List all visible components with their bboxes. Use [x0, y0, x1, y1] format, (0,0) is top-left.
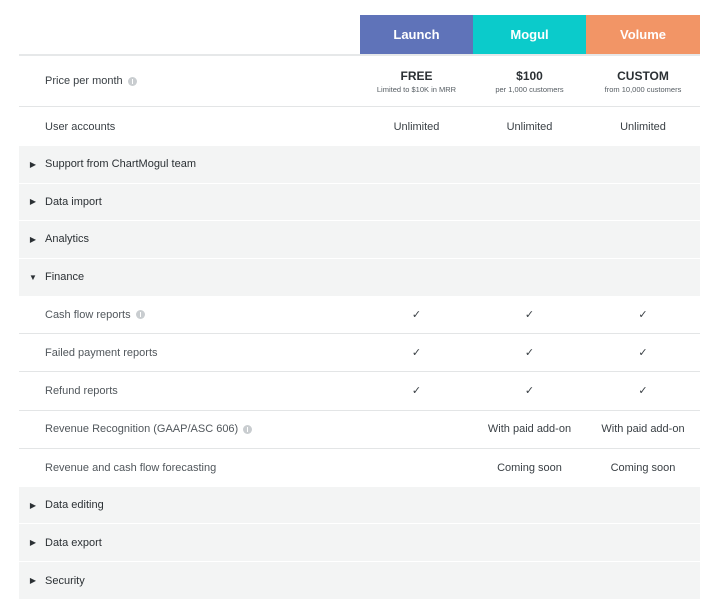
feature-value-volume: With paid add-on	[601, 423, 685, 436]
section-title: Analytics	[45, 233, 90, 246]
user-accounts-mogul: Unlimited	[506, 120, 553, 133]
feature-label-text: Cash flow reports	[45, 308, 131, 321]
section-data-import[interactable]: ▶ Data import	[19, 183, 700, 221]
section-title: Support from ChartMogul team	[45, 158, 197, 171]
section-data-export[interactable]: ▶ Data export	[19, 524, 700, 562]
pricing-comparison-table: Launch Mogul Volume Price per month FREE…	[19, 15, 700, 600]
info-icon[interactable]	[243, 424, 253, 434]
collapse-arrow-icon: ▼	[29, 272, 37, 282]
feature-label: Revenue Recognition (GAAP/ASC 606)	[19, 423, 360, 435]
price-label-text: Price per month	[45, 75, 123, 87]
section-finance[interactable]: ▼ Finance	[19, 258, 700, 296]
section-analytics[interactable]: ▶ Analytics	[19, 221, 700, 259]
section-title: Data import	[45, 195, 102, 208]
check-icon: ✓	[411, 385, 422, 398]
feature-value-mogul: Coming soon	[497, 461, 562, 474]
price-value: $100	[516, 68, 543, 83]
price-row: Price per month FREE Limited to $10K in …	[19, 56, 700, 107]
check-icon: ✓	[524, 385, 535, 398]
section-security[interactable]: ▶ Security	[19, 561, 700, 600]
header-spacer	[19, 15, 360, 54]
feature-row-forecasting: Revenue and cash flow forecasting Coming…	[19, 449, 700, 487]
expand-arrow-icon: ▶	[29, 234, 37, 244]
expand-arrow-icon: ▶	[29, 500, 37, 510]
feature-value-volume: Coming soon	[610, 461, 676, 474]
expand-arrow-icon: ▶	[29, 159, 37, 169]
section-title: Data export	[45, 536, 102, 549]
feature-row-cash-flow: Cash flow reports ✓ ✓ ✓	[19, 296, 700, 335]
check-icon: ✓	[638, 347, 648, 360]
plan-header-mogul[interactable]: Mogul	[473, 15, 586, 54]
price-note: Limited to $10K in MRR	[376, 84, 457, 94]
info-icon[interactable]	[135, 310, 145, 320]
user-accounts-volume: Unlimited	[620, 120, 666, 133]
price-cell-mogul: $100 per 1,000 customers	[473, 69, 586, 94]
check-icon: ✓	[411, 347, 422, 360]
section-data-editing[interactable]: ▶ Data editing	[19, 486, 700, 525]
price-value: CUSTOM	[617, 68, 669, 83]
feature-row-revenue-recognition: Revenue Recognition (GAAP/ASC 606) With …	[19, 411, 700, 449]
info-icon[interactable]	[127, 76, 137, 86]
check-icon: ✓	[638, 385, 648, 398]
feature-label: Revenue and cash flow forecasting	[45, 461, 217, 474]
check-icon: ✓	[524, 347, 535, 360]
check-icon: ✓	[411, 309, 422, 322]
section-title: Data editing	[45, 499, 104, 512]
feature-row-refund: Refund reports ✓ ✓ ✓	[19, 372, 700, 411]
feature-label: Cash flow reports	[19, 309, 360, 321]
user-accounts-label: User accounts	[45, 120, 116, 133]
plan-header-volume[interactable]: Volume	[586, 15, 700, 54]
feature-label: Failed payment reports	[45, 346, 158, 359]
feature-row-failed-payment: Failed payment reports ✓ ✓ ✓	[19, 334, 700, 373]
section-title: Security	[45, 574, 85, 587]
price-note: from 10,000 customers	[604, 84, 682, 94]
price-cell-launch: FREE Limited to $10K in MRR	[360, 69, 473, 94]
check-icon: ✓	[524, 309, 535, 322]
price-cell-volume: CUSTOM from 10,000 customers	[586, 69, 700, 94]
feature-value-mogul: With paid add-on	[487, 423, 572, 436]
expand-arrow-icon: ▶	[29, 197, 37, 207]
price-value: FREE	[400, 68, 433, 83]
section-title: Finance	[45, 271, 85, 284]
user-accounts-launch: Unlimited	[393, 120, 440, 133]
check-icon: ✓	[638, 309, 648, 322]
price-label: Price per month	[19, 75, 360, 87]
user-accounts-row: User accounts Unlimited Unlimited Unlimi…	[19, 107, 700, 146]
expand-arrow-icon: ▶	[29, 538, 37, 548]
expand-arrow-icon: ▶	[29, 576, 37, 586]
plan-header-launch[interactable]: Launch	[360, 15, 473, 54]
feature-label: Refund reports	[45, 384, 118, 397]
feature-label-text: Revenue Recognition (GAAP/ASC 606)	[45, 423, 239, 436]
plan-header-row: Launch Mogul Volume	[19, 15, 700, 56]
section-support[interactable]: ▶ Support from ChartMogul team	[19, 146, 700, 184]
price-note: per 1,000 customers	[495, 84, 564, 94]
